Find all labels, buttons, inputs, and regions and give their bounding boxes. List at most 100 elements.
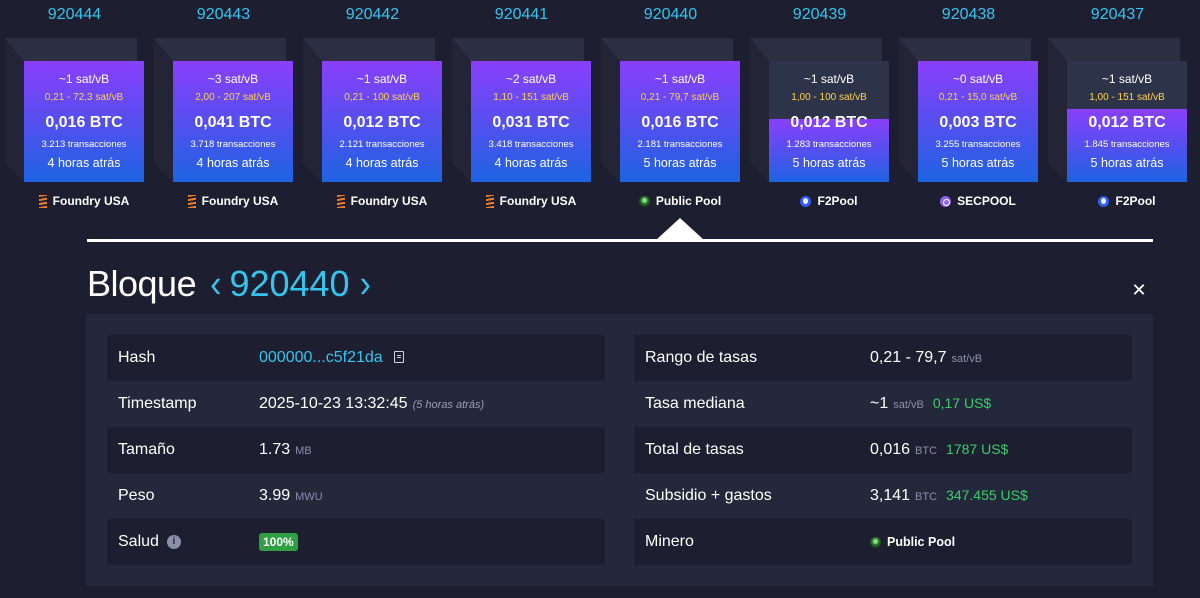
detail-row-health: Salud i 100% [107, 519, 605, 565]
block-miner[interactable]: F2Pool [765, 194, 893, 208]
total-fees-value: 0,016 [870, 441, 911, 458]
block-total-fees: 0,003 BTC [939, 114, 1017, 131]
block-card[interactable]: 920439 ~1 sat/vB 1,00 - 100 sat/vB 0,012 BT… [745, 0, 894, 220]
block-miner-name: Foundry USA [201, 194, 279, 208]
total-fees-label: Total de tasas [645, 441, 744, 458]
block-card[interactable]: 920441 ~2 sat/vB 1,10 - 151 sat/vB 0,031 BT… [447, 0, 596, 220]
median-fee-value-group: ~1 sat/vB 0,17 US$ [870, 395, 991, 413]
block-card[interactable]: 920444 ~1 sat/vB 0,21 - 72,3 sat/vB 0,016 B… [0, 0, 149, 220]
block-miner[interactable]: F2Pool [1063, 194, 1191, 208]
detail-row-median-fee: Tasa mediana ~1 sat/vB 0,17 US$ [634, 381, 1132, 427]
subsidy-value-group: 3,141 BTC 347.455 US$ [870, 487, 1028, 505]
f2pool-icon [800, 195, 812, 207]
block-cube-top [750, 38, 882, 61]
weight-label: Peso [118, 487, 155, 504]
block-miner[interactable]: Foundry USA [318, 194, 446, 208]
block-miner[interactable]: Foundry USA [467, 194, 595, 208]
block-cube-face[interactable]: ~1 sat/vB 0,21 - 100 sat/vB 0,012 BTC 2.121… [322, 61, 442, 182]
block-cube-side [899, 38, 918, 182]
health-label: Salud [118, 533, 159, 550]
block-card[interactable]: 920438 ~0 sat/vB 0,21 - 15,0 sat/vB 0,003 B… [894, 0, 1043, 220]
health-badge[interactable]: 100% [259, 533, 298, 551]
block-cube-side [154, 38, 173, 182]
size-label: Tamaño [118, 441, 175, 458]
block-time-ago: 4 horas atrás [47, 156, 121, 170]
weight-value: 3.99 [259, 487, 291, 504]
block-explorer: 920444 ~1 sat/vB 0,21 - 72,3 sat/vB 0,016 B… [0, 0, 1200, 598]
block-cube-face[interactable]: ~3 sat/vB 2,00 - 207 sat/vB 0,041 BTC 3.718… [173, 61, 293, 182]
median-fee-label: Tasa mediana [645, 395, 745, 412]
previous-block-chevron-icon[interactable]: ‹ [210, 262, 221, 307]
block-time-ago: 5 horas atrás [643, 156, 717, 170]
block-time-ago: 5 horas atrás [792, 156, 866, 170]
block-card[interactable]: 920442 ~1 sat/vB 0,21 - 100 sat/vB 0,012 BT… [298, 0, 447, 220]
block-cube-face[interactable]: ~1 sat/vB 1,00 - 100 sat/vB 0,012 BTC 1.283… [769, 61, 889, 182]
block-height-link[interactable]: 920440 [596, 6, 745, 24]
block-cube-top [154, 38, 286, 61]
median-fee-value: ~1 [870, 395, 889, 412]
block-fee-range: 0,21 - 15,0 sat/vB [938, 92, 1018, 103]
close-icon[interactable]: ✕ [1129, 280, 1149, 300]
block-miner-name: F2Pool [1115, 194, 1156, 208]
block-cube-top [303, 38, 435, 61]
info-icon[interactable]: i [166, 534, 181, 549]
block-height-link[interactable]: 920443 [149, 6, 298, 24]
block-miner[interactable]: Foundry USA [169, 194, 297, 208]
block-median-fee: ~2 sat/vB [505, 72, 557, 86]
block-miner-name: Foundry USA [350, 194, 428, 208]
block-fee-range: 1,00 - 151 sat/vB [1089, 92, 1165, 103]
hash-label: Hash [118, 349, 156, 366]
block-height-link[interactable]: 920444 [0, 6, 149, 24]
detail-row-weight: Peso 3.99 MWU [107, 473, 605, 519]
subsidy-usd: 347.455 US$ [946, 487, 1028, 503]
block-total-fees: 0,041 BTC [194, 114, 272, 131]
block-median-fee: ~3 sat/vB [207, 72, 259, 86]
strip-divider [87, 239, 1153, 242]
block-time-ago: 4 horas atrás [196, 156, 270, 170]
block-cube-face[interactable]: ~0 sat/vB 0,21 - 15,0 sat/vB 0,003 BTC 3.25… [918, 61, 1038, 182]
block-height-link[interactable]: 920441 [447, 6, 596, 24]
hash-link[interactable]: 000000...c5f21da [259, 349, 383, 367]
block-total-fees: 0,016 BTC [45, 114, 123, 131]
block-cube-face[interactable]: ~1 sat/vB 0,21 - 79,7 sat/vB 0,016 BTC 2.18… [620, 61, 740, 182]
block-fee-range: 0,21 - 79,7 sat/vB [640, 92, 720, 103]
miner-link[interactable]: Public Pool [870, 535, 955, 549]
timestamp-label: Timestamp [118, 395, 197, 412]
block-height-link[interactable]: 920442 [298, 6, 447, 24]
block-height-link[interactable]: 920437 [1043, 6, 1192, 24]
block-card[interactable]: 920440 ~1 sat/vB 0,21 - 79,7 sat/vB 0,016 B… [596, 0, 745, 220]
secpool-icon [940, 195, 952, 207]
block-total-fees: 0,012 BTC [1088, 114, 1166, 131]
subsidy-value: 3,141 [870, 487, 911, 504]
next-block-chevron-icon[interactable]: › [360, 262, 371, 307]
block-total-fees: 0,012 BTC [790, 114, 868, 131]
block-cube-face[interactable]: ~1 sat/vB 0,21 - 72,3 sat/vB 0,016 BTC 3.21… [24, 61, 144, 182]
block-height-title: 920440 [229, 263, 350, 304]
block-cube-face[interactable]: ~1 sat/vB 1,00 - 151 sat/vB 0,012 BTC 1.845… [1067, 61, 1187, 182]
detail-row-subsidy: Subsidio + gastos 3,141 BTC 347.455 US$ [634, 473, 1132, 519]
block-fee-range: 1,10 - 151 sat/vB [493, 92, 569, 103]
block-miner-name: Public Pool [655, 194, 722, 208]
block-cube-side [452, 38, 471, 182]
fee-range-value: 0,21 - 79,7 [870, 349, 947, 366]
foundry-icon [187, 194, 196, 208]
block-cube-side [303, 38, 322, 182]
median-fee-usd: 0,17 US$ [932, 395, 992, 411]
block-card[interactable]: 920437 ~1 sat/vB 1,00 - 151 sat/vB 0,012 BT… [1043, 0, 1192, 220]
block-miner[interactable]: SECPOOL [914, 194, 1042, 208]
details-left-column: Hash 000000...c5f21da Timestamp 2025-10-… [107, 335, 605, 565]
foundry-icon [336, 194, 345, 208]
block-height-link[interactable]: 920439 [745, 6, 894, 24]
block-tx-count: 2.121 transacciones [339, 139, 425, 150]
copy-icon[interactable] [393, 351, 404, 363]
block-median-fee: ~1 sat/vB [803, 72, 855, 86]
detail-row-timestamp: Timestamp 2025-10-23 13:32:45 (5 horas a… [107, 381, 605, 427]
block-card[interactable]: 920443 ~3 sat/vB 2,00 - 207 sat/vB 0,041 BT… [149, 0, 298, 220]
block-miner[interactable]: Public Pool [616, 194, 744, 208]
block-fee-range: 0,21 - 72,3 sat/vB [44, 92, 124, 103]
block-fee-range: 1,00 - 100 sat/vB [791, 92, 867, 103]
block-cube-side [601, 38, 620, 182]
block-miner[interactable]: Foundry USA [20, 194, 148, 208]
block-height-link[interactable]: 920438 [894, 6, 1043, 24]
block-cube-face[interactable]: ~2 sat/vB 1,10 - 151 sat/vB 0,031 BTC 3.418… [471, 61, 591, 182]
